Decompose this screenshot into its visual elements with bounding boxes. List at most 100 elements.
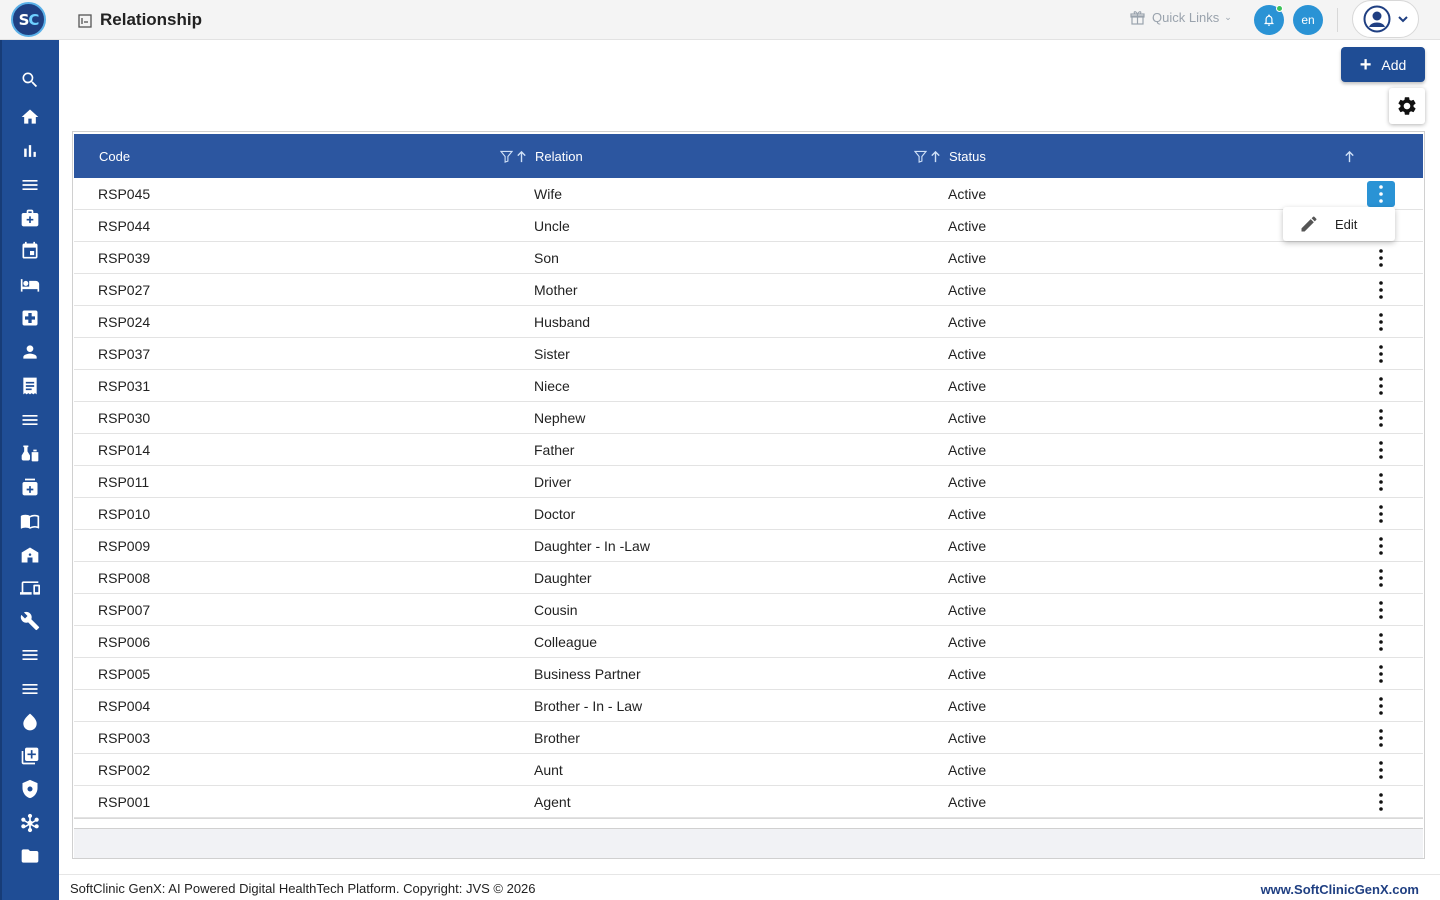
notification-indicator: [1276, 5, 1283, 12]
more-vertical-icon: [1379, 729, 1383, 747]
medical-plus-icon[interactable]: [19, 307, 41, 329]
row-actions-button[interactable]: [1367, 245, 1395, 271]
grid-body: RSP045 Wife Active RSP044 Uncle Active RSP039 S…: [74, 178, 1423, 818]
table-row[interactable]: RSP008 Daughter Active: [74, 562, 1423, 594]
column-header-status[interactable]: Status: [949, 134, 986, 178]
table-row[interactable]: RSP039 Son Active: [74, 242, 1423, 274]
cell-status: Active: [948, 282, 987, 298]
column-header-code[interactable]: Code: [99, 134, 130, 178]
row-actions-button[interactable]: [1367, 405, 1395, 431]
sort-arrow-up-icon[interactable]: [515, 150, 528, 163]
table-row[interactable]: RSP002 Aunt Active: [74, 754, 1423, 786]
receipt-icon[interactable]: [19, 375, 41, 397]
folder-icon[interactable]: [19, 845, 41, 867]
row-actions-button[interactable]: [1367, 789, 1395, 815]
table-row[interactable]: RSP030 Nephew Active: [74, 402, 1423, 434]
website-link[interactable]: www.SoftClinicGenX.com: [1261, 882, 1419, 897]
table-row[interactable]: RSP027 Mother Active: [74, 274, 1423, 306]
table-row[interactable]: RSP006 Colleague Active: [74, 626, 1423, 658]
table-row[interactable]: RSP037 Sister Active: [74, 338, 1423, 370]
table-row[interactable]: RSP005 Business Partner Active: [74, 658, 1423, 690]
bar-chart-icon[interactable]: [19, 140, 41, 162]
row-actions-button[interactable]: [1367, 341, 1395, 367]
edit-menu-item[interactable]: Edit: [1335, 217, 1357, 232]
cell-status: Active: [948, 314, 987, 330]
store-icon[interactable]: [19, 544, 41, 566]
row-actions-button[interactable]: [1367, 597, 1395, 623]
row-actions-button[interactable]: [1367, 469, 1395, 495]
row-actions-button[interactable]: [1367, 757, 1395, 783]
row-actions-button[interactable]: [1367, 437, 1395, 463]
wrench-icon[interactable]: [19, 610, 41, 632]
lab-icon[interactable]: [19, 442, 41, 464]
row-actions-button[interactable]: [1367, 693, 1395, 719]
shield-icon[interactable]: [19, 778, 41, 800]
list-icon[interactable]: [19, 409, 41, 431]
table-row[interactable]: RSP010 Doctor Active: [74, 498, 1423, 530]
cell-status: Active: [948, 634, 987, 650]
library-add-icon[interactable]: [19, 745, 41, 767]
list3-icon[interactable]: [19, 678, 41, 700]
book-icon[interactable]: [19, 510, 41, 532]
add-button[interactable]: + Add: [1341, 47, 1425, 82]
table-row[interactable]: RSP004 Brother - In - Law Active: [74, 690, 1423, 722]
cell-status: Active: [948, 538, 987, 554]
row-actions-button[interactable]: [1367, 373, 1395, 399]
list2-icon[interactable]: [19, 644, 41, 666]
sort-arrow-up-icon[interactable]: [1343, 150, 1356, 163]
cell-status: Active: [948, 474, 987, 490]
more-vertical-icon: [1379, 377, 1383, 395]
quick-links-dropdown[interactable]: Quick Links ⌄: [1130, 10, 1232, 25]
more-vertical-icon: [1379, 313, 1383, 331]
more-vertical-icon: [1379, 697, 1383, 715]
row-actions-button[interactable]: [1367, 629, 1395, 655]
user-menu-button[interactable]: [1352, 0, 1419, 38]
cell-status: Active: [948, 602, 987, 618]
pharmacy-icon[interactable]: [19, 476, 41, 498]
row-actions-button[interactable]: [1367, 181, 1395, 207]
table-row[interactable]: RSP009 Daughter - In -Law Active: [74, 530, 1423, 562]
language-button[interactable]: en: [1293, 5, 1323, 35]
row-actions-button[interactable]: [1367, 661, 1395, 687]
filter-icon[interactable]: [914, 150, 927, 163]
cell-relation: Daughter - In -Law: [534, 538, 650, 554]
table-row[interactable]: RSP031 Niece Active: [74, 370, 1423, 402]
person-icon[interactable]: [19, 341, 41, 363]
table-row[interactable]: RSP024 Husband Active: [74, 306, 1423, 338]
row-actions-button[interactable]: [1367, 501, 1395, 527]
table-row[interactable]: RSP001 Agent Active: [74, 786, 1423, 818]
row-actions-button[interactable]: [1367, 309, 1395, 335]
row-actions-button[interactable]: [1367, 565, 1395, 591]
sidebar: [0, 40, 59, 900]
devices-icon[interactable]: [19, 577, 41, 599]
row-actions-button[interactable]: [1367, 277, 1395, 303]
hub-icon[interactable]: [19, 812, 41, 834]
table-row[interactable]: RSP011 Driver Active: [74, 466, 1423, 498]
table-row[interactable]: RSP007 Cousin Active: [74, 594, 1423, 626]
drop-icon[interactable]: [19, 711, 41, 733]
calendar-icon[interactable]: [19, 240, 41, 262]
horizontal-scrollbar[interactable]: [74, 819, 1423, 829]
app-logo[interactable]: SC: [11, 2, 46, 37]
more-vertical-icon: [1379, 665, 1383, 683]
medical-bag-icon[interactable]: [19, 207, 41, 229]
grid-settings-button[interactable]: [1389, 88, 1425, 124]
cell-code: RSP007: [98, 602, 151, 618]
sort-arrow-up-icon[interactable]: [929, 150, 942, 163]
more-vertical-icon: [1379, 601, 1383, 619]
column-header-relation[interactable]: Relation: [535, 134, 583, 178]
search-icon[interactable]: [19, 69, 41, 91]
more-vertical-icon: [1379, 345, 1383, 363]
table-row[interactable]: RSP003 Brother Active: [74, 722, 1423, 754]
table-row[interactable]: RSP045 Wife Active: [74, 178, 1423, 210]
row-actions-button[interactable]: [1367, 725, 1395, 751]
home-icon[interactable]: [19, 106, 41, 128]
menu-icon[interactable]: [19, 174, 41, 196]
table-row[interactable]: RSP044 Uncle Active: [74, 210, 1423, 242]
filter-icon[interactable]: [500, 150, 513, 163]
chevron-down-icon: ⌄: [1224, 12, 1232, 22]
cell-relation: Brother - In - Law: [534, 698, 643, 714]
bed-icon[interactable]: [19, 274, 41, 296]
row-actions-button[interactable]: [1367, 533, 1395, 559]
table-row[interactable]: RSP014 Father Active: [74, 434, 1423, 466]
